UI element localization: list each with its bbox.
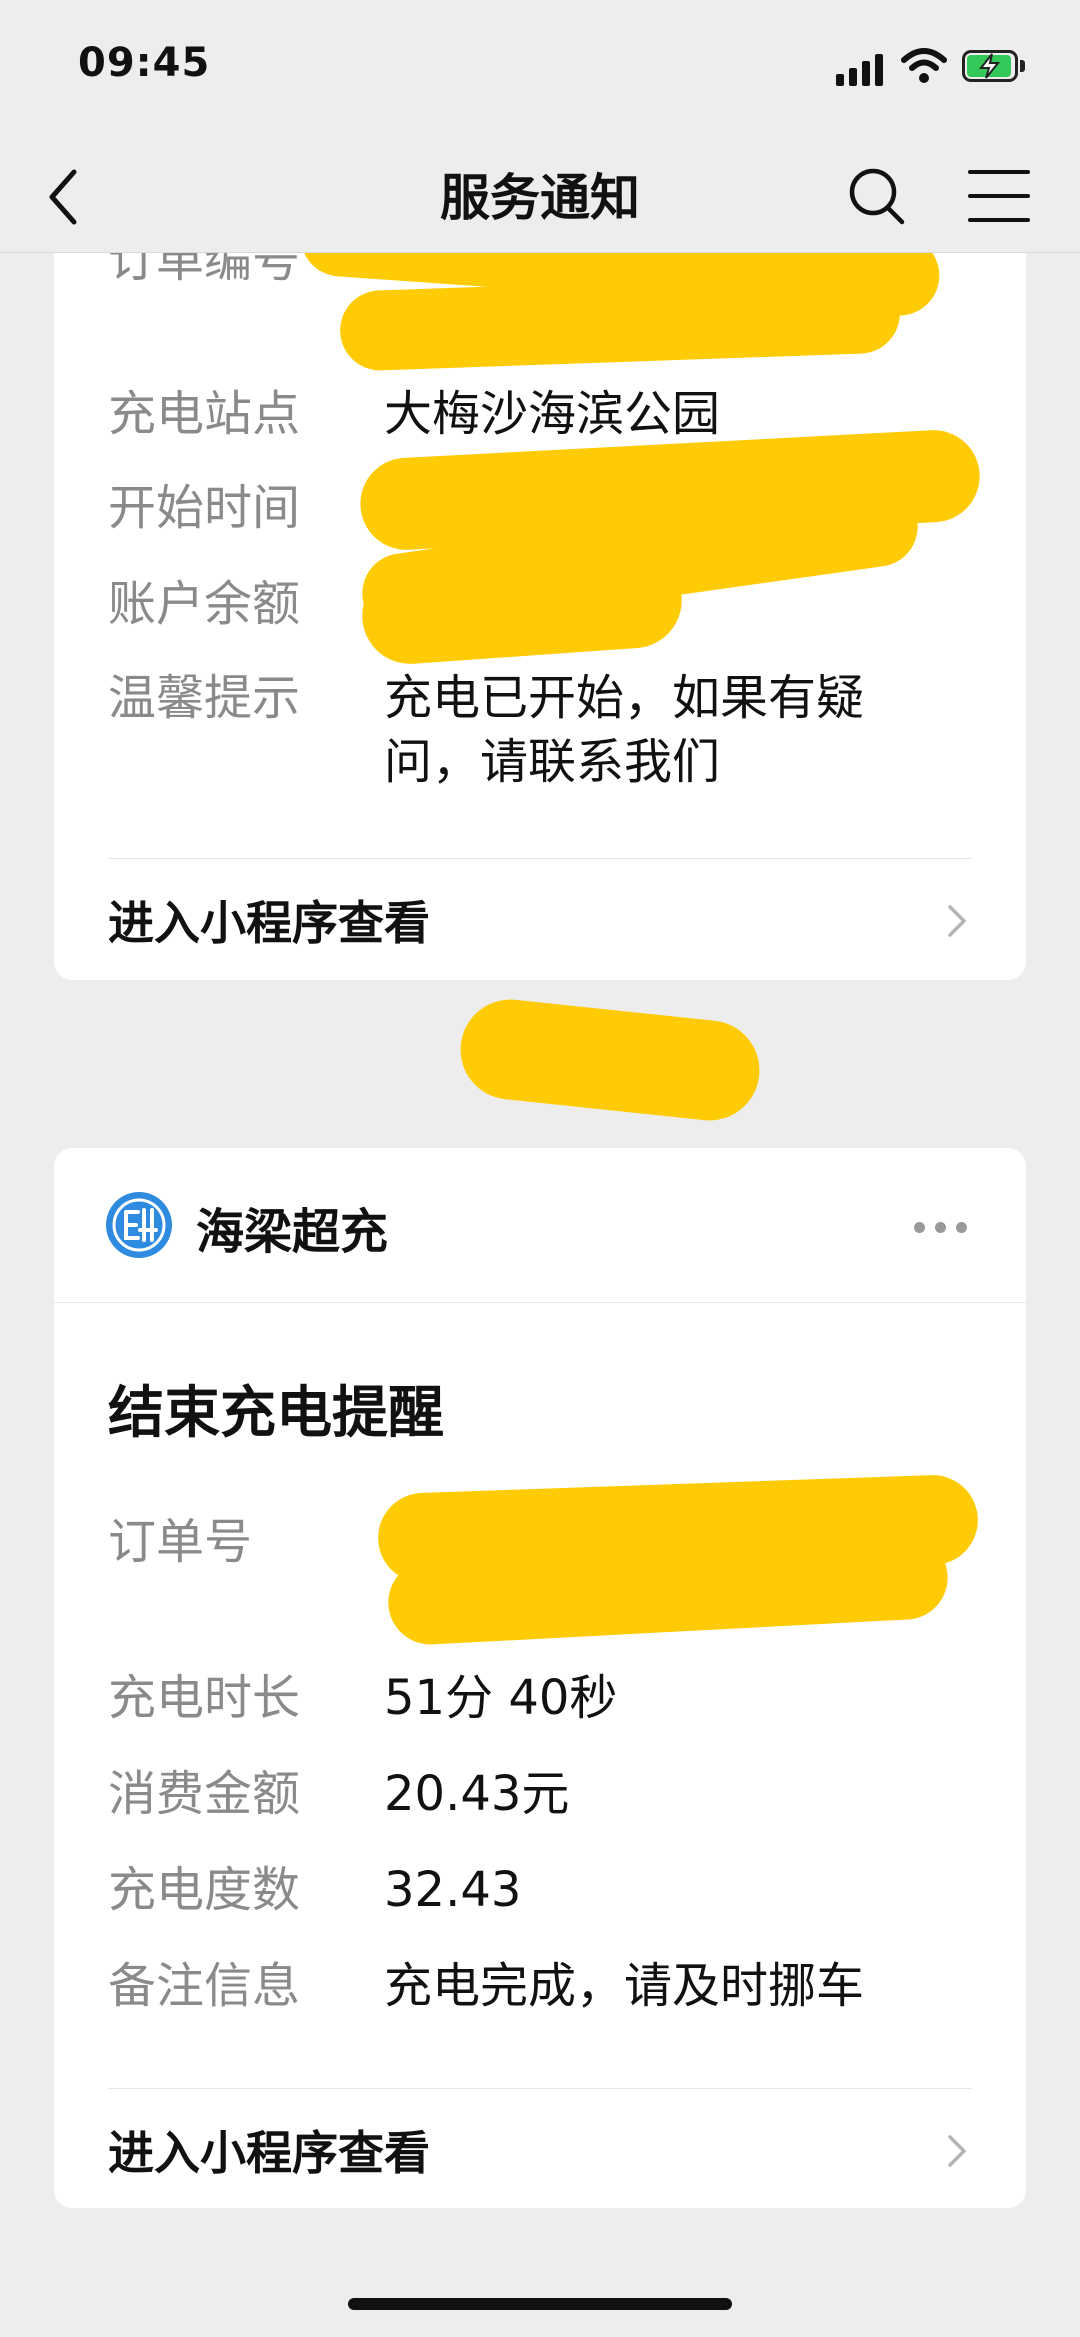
chevron-right-icon [948,905,966,937]
detail-label: 温馨提示 [108,670,301,726]
detail-label: 订单号 [108,1514,253,1570]
battery-charging-icon [962,50,1026,84]
more-options-icon[interactable] [914,1222,968,1234]
chevron-right-icon [948,2135,966,2167]
status-time: 09:45 [78,40,211,86]
detail-label: 充电度数 [108,1862,301,1918]
search-icon[interactable] [846,160,908,230]
home-indicator[interactable] [348,2298,732,2310]
open-mini-program-label: 进入小程序查看 [108,2126,430,2180]
detail-value: 51分 40秒 [384,1670,618,1726]
detail-value: 充电已开始，如果有疑问，请联系我们 [384,670,865,790]
open-mini-program-label: 进入小程序查看 [108,896,430,950]
cellular-signal-icon [836,52,888,86]
brand-logo-icon [106,1192,172,1258]
detail-label: 充电时长 [108,1670,301,1726]
detail-label: 充电站点 [108,386,301,442]
detail-value: 32.43 [384,1862,522,1918]
wifi-icon [901,48,947,83]
detail-label: 开始时间 [108,480,301,536]
detail-label: 账户余额 [108,576,301,632]
charging-end-notice-card: 海梁超充 结束充电提醒 订单号 充电时长 51分 40秒 消费金额 20.43元… [54,1148,1026,2208]
navigation-bar: 服务通知 [0,140,1080,253]
menu-icon[interactable] [968,166,1030,226]
detail-value: 充电完成，请及时挪车 [384,1958,865,2014]
timestamp-redaction [455,994,765,1126]
notice-title: 结束充电提醒 [108,1381,444,1446]
open-mini-program-link[interactable]: 进入小程序查看 [108,2089,972,2208]
detail-value: 20.43元 [384,1766,570,1822]
divider [54,1302,1026,1303]
status-bar: 09:45 [0,0,1080,140]
open-mini-program-link[interactable]: 进入小程序查看 [108,859,972,979]
page-title: 服务通知 [440,169,640,227]
detail-label: 消费金额 [108,1766,301,1822]
brand-name: 海梁超充 [196,1204,389,1260]
detail-label: 备注信息 [108,1958,301,2014]
